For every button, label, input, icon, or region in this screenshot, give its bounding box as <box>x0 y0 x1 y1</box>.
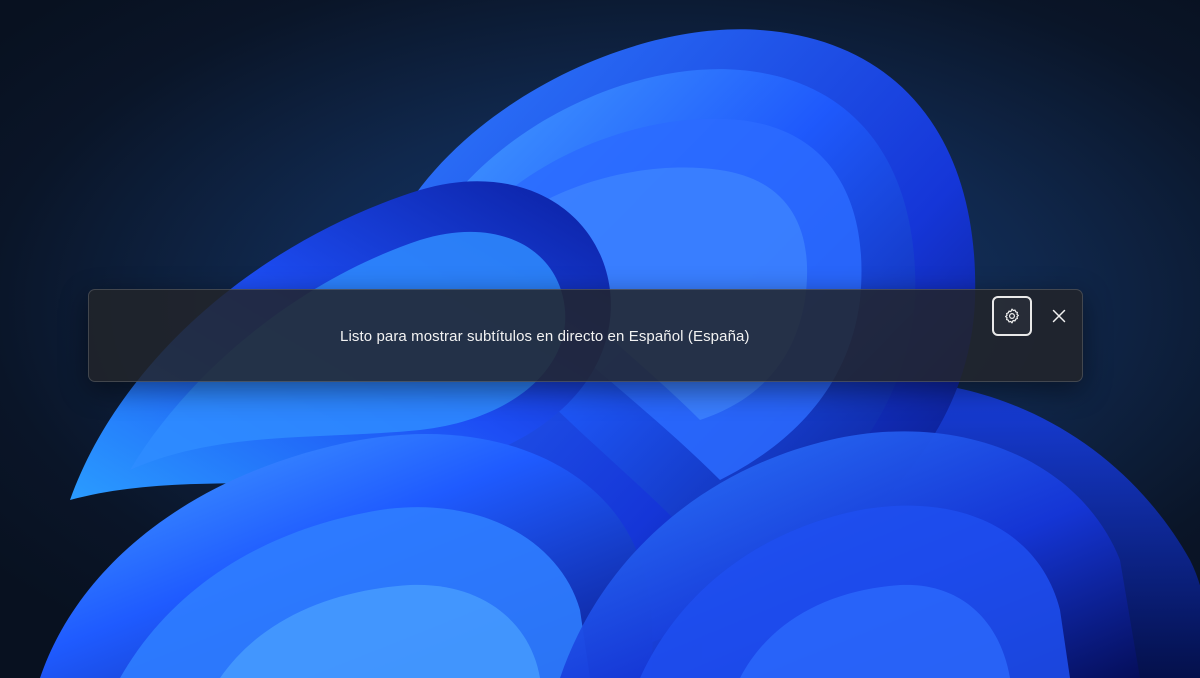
caption-status-text: Listo para mostrar subtítulos en directo… <box>340 328 750 345</box>
gear-icon <box>1005 308 1019 324</box>
close-button[interactable] <box>1039 296 1079 336</box>
close-icon <box>1052 309 1066 323</box>
desktop: Listo para mostrar subtítulos en directo… <box>0 0 1200 678</box>
live-captions-bar: Listo para mostrar subtítulos en directo… <box>88 289 1083 382</box>
settings-button[interactable] <box>992 296 1032 336</box>
